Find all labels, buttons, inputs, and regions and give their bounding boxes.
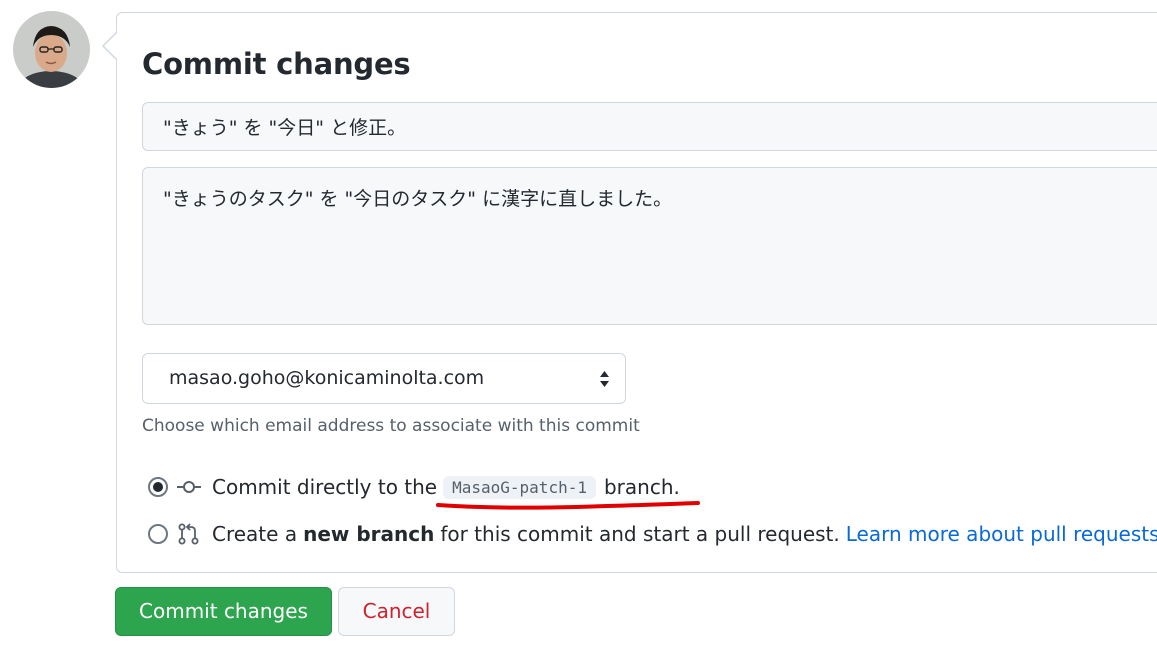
new-branch-prefix: Create a: [212, 522, 298, 546]
email-select[interactable]: masao.goho@konicaminolta.com: [142, 353, 626, 404]
option-commit-directly[interactable]: Commit directly to the MasaoG-patch-1 br…: [148, 472, 680, 502]
page-title: Commit changes: [142, 47, 411, 81]
panel-pointer-inner: [104, 33, 117, 59]
email-hint: Choose which email address to associate …: [142, 416, 640, 436]
radio-commit-directly[interactable]: [148, 477, 168, 497]
option-new-branch[interactable]: Create a new branch for this commit and …: [148, 519, 1157, 549]
commit-description-textarea[interactable]: "きょうのタスク" を "今日のタスク" に漢字に直しました。: [142, 167, 1157, 325]
git-commit-icon: [177, 481, 201, 493]
cancel-button[interactable]: Cancel: [338, 587, 455, 636]
avatar[interactable]: [13, 11, 90, 88]
new-branch-suffix: for this commit and start a pull request…: [440, 522, 840, 546]
commit-directly-label: Commit directly to the: [212, 475, 438, 499]
commit-summary-input[interactable]: [142, 102, 1157, 151]
select-caret-icon: [600, 371, 609, 387]
email-select-value: masao.goho@konicaminolta.com: [169, 367, 485, 389]
git-pull-request-icon: [178, 523, 199, 545]
commit-directly-suffix: branch.: [603, 475, 680, 499]
commit-changes-button[interactable]: Commit changes: [115, 587, 332, 636]
red-underline-annotation: [436, 501, 700, 510]
radio-new-branch[interactable]: [148, 524, 168, 544]
new-branch-bold: new branch: [303, 522, 435, 546]
branch-name-badge: MasaoG-patch-1: [443, 475, 596, 499]
learn-more-link[interactable]: Learn more about pull requests.: [846, 522, 1157, 546]
